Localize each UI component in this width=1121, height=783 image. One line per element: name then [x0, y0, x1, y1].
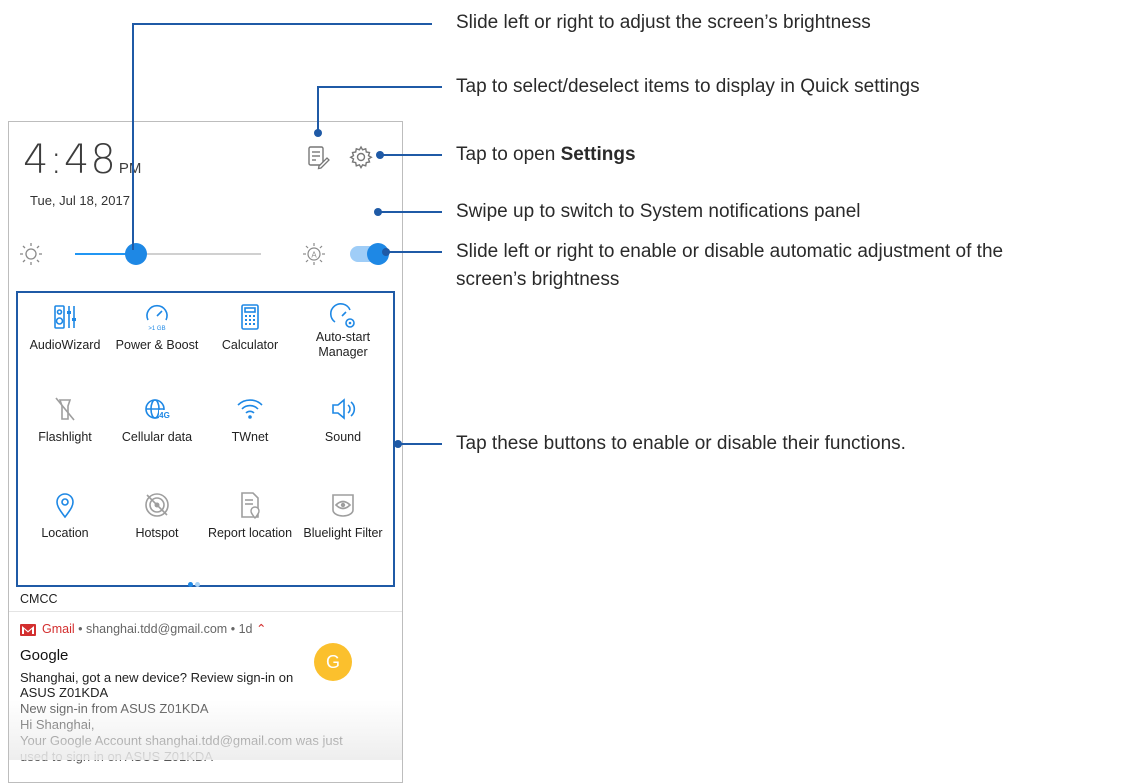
callout-dot — [382, 248, 390, 256]
callout-lines — [132, 23, 442, 448]
callout-tiles: Tap these buttons to enable or disable t… — [456, 433, 906, 454]
callout-dot — [314, 129, 322, 137]
callout-settings: Tap to open Settings — [456, 142, 636, 168]
callout-dot — [376, 151, 384, 159]
callout-settings-prefix: Tap to open — [456, 144, 561, 165]
callout-auto-brightness-line2: screen’s brightness — [456, 269, 620, 290]
callout-edit-tiles: Tap to select/deselect items to display … — [456, 76, 920, 97]
callout-dot — [394, 440, 402, 448]
callout-auto-brightness-line1: Slide left or right to enable or disable… — [456, 241, 1004, 262]
callout-swipe: Swipe up to switch to System notificatio… — [456, 201, 861, 222]
callout-dot — [374, 208, 382, 216]
callout-brightness: Slide left or right to adjust the screen… — [456, 12, 871, 33]
callout-settings-bold: Settings — [560, 144, 636, 165]
